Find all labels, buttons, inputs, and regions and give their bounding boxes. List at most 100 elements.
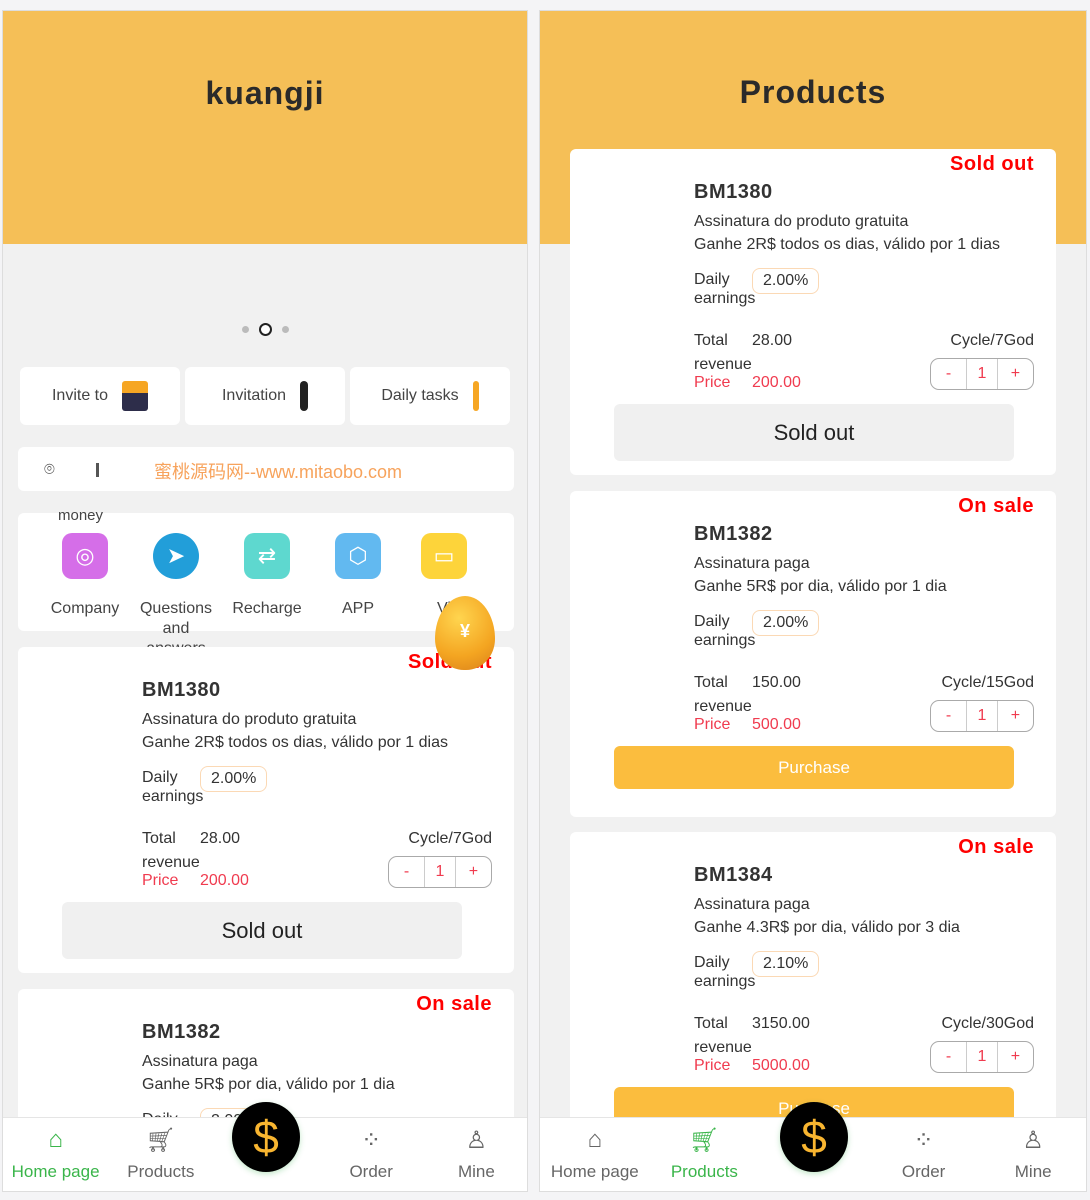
nav-label: Order <box>901 1162 946 1181</box>
daily-tasks-label: Daily tasks <box>381 387 459 404</box>
daily-earnings-label: Daily earnings <box>142 769 204 805</box>
carousel-dots[interactable] <box>3 323 527 336</box>
nav-mine[interactable]: ♙ Mine <box>426 1126 526 1182</box>
revenue-label: revenue <box>142 854 200 871</box>
revenue-label: revenue <box>694 356 752 373</box>
nav-label: Mine <box>457 1162 495 1181</box>
nav-mine[interactable]: ♙ Mine <box>983 1126 1083 1182</box>
product-terms: Ganhe 5R$ por dia, válido por 1 dia <box>694 578 947 595</box>
status-badge: On sale <box>958 836 1034 858</box>
decrement-button[interactable]: - <box>931 701 966 731</box>
sold-out-button[interactable]: Sold out <box>614 404 1014 461</box>
bottom-nav: ⌂ Home page 🛒︎ Products $ ⁘ Order ♙ Mine <box>3 1102 527 1191</box>
status-badge: On sale <box>958 495 1034 517</box>
product-terms: Ganhe 2R$ todos os dias, válido por 1 di… <box>142 734 448 751</box>
nav-label: Home page <box>550 1162 639 1181</box>
nav-order[interactable]: ⁘ Order <box>321 1126 421 1182</box>
overflow-text: money <box>58 507 104 524</box>
user-icon: ♙ <box>1022 1127 1044 1154</box>
quantity-value[interactable]: 1 <box>966 701 998 731</box>
invitation-button[interactable]: Invitation <box>185 367 345 425</box>
increment-button[interactable]: + <box>998 1042 1033 1072</box>
product-name: BM1382 <box>694 523 773 545</box>
page-title: Products <box>739 74 887 110</box>
daily-earnings-label: Daily earnings <box>694 954 756 990</box>
total-label: Total <box>694 332 728 349</box>
quantity-stepper[interactable]: -1 + <box>930 358 1034 390</box>
daily-rate: 2.00% <box>752 268 820 294</box>
nav-products[interactable]: 🛒︎ Products <box>654 1126 754 1182</box>
cart-icon: 🛒︎ <box>689 1127 720 1154</box>
notice-bar[interactable]: ⌾ 蜜桃源码网--www.mitaobo.com <box>18 447 514 491</box>
product-description: Assinatura paga Ganhe 5R$ por dia, válido… <box>142 1050 492 1096</box>
product-card: On sale BM1382 Assinatura paga Ganhe 5R$ po… <box>570 491 1056 817</box>
grid-item-company[interactable]: ◎ Company <box>40 533 130 619</box>
quantity-value[interactable]: 1 <box>966 1042 998 1072</box>
person-icon <box>300 381 309 411</box>
decrement-button[interactable]: - <box>389 857 424 887</box>
carousel-dot-active[interactable] <box>258 323 272 336</box>
dollar-button[interactable]: $ <box>780 1102 848 1172</box>
cycle-value: Cycle/7God <box>408 830 492 847</box>
quantity-value[interactable]: 1 <box>424 857 456 887</box>
nav-home-page[interactable]: ⌂ Home page <box>6 1126 106 1182</box>
decrement-button[interactable]: - <box>931 1042 966 1072</box>
total-label: Total <box>142 830 176 847</box>
price-value: 500.00 <box>752 716 801 733</box>
purchase-button[interactable]: Purchase <box>614 746 1014 789</box>
quantity-stepper[interactable]: -1 + <box>388 856 492 888</box>
bottom-nav: ⌂ Home page 🛒︎ Products $ ⁘ Order ♙ Mine <box>540 1102 1086 1191</box>
grid-item-app[interactable]: ⬡ APP <box>313 533 403 619</box>
product-description: Assinatura do produto gratuita Ganhe 2R$ … <box>142 708 492 754</box>
invite-button[interactable]: Invite to <box>20 367 180 425</box>
nav-order[interactable]: ⁘ Order <box>874 1126 974 1182</box>
quantity-value[interactable]: 1 <box>966 359 998 389</box>
cart-icon: 🛒︎ <box>145 1127 177 1154</box>
products-screen: Products Sold out BM1380 Assinatura do pro… <box>539 10 1087 1192</box>
increment-button[interactable]: + <box>998 359 1033 389</box>
invitation-label: Invitation <box>221 387 287 404</box>
cycle-value: Cycle/15God <box>941 674 1035 691</box>
total-value: 150.00 <box>752 674 801 691</box>
grid-label: APP <box>341 600 374 617</box>
product-subtitle: Assinatura paga <box>142 1053 258 1070</box>
quantity-stepper[interactable]: -1 + <box>930 1041 1034 1073</box>
nav-label: Products <box>127 1162 195 1181</box>
carousel-dot[interactable] <box>241 326 249 333</box>
daily-earnings: Daily earnings2.00% <box>694 268 1034 310</box>
product-info: BM1384 Assinatura paga Ganhe 4.3R$ por dia… <box>694 864 1034 1079</box>
carousel-dot[interactable] <box>281 326 289 333</box>
product-terms: Ganhe 2R$ todos os dias, válido por 1 di… <box>694 236 1000 253</box>
decrement-button[interactable]: - <box>931 359 966 389</box>
total-label: Total <box>694 674 728 691</box>
grid-item-recharge[interactable]: ⇄ Recharge <box>222 533 312 619</box>
gift-icon <box>122 381 149 411</box>
total-value: 3150.00 <box>752 1015 810 1032</box>
quantity-stepper[interactable]: -1 + <box>930 700 1034 732</box>
price-row: Price 200.00 -1 + <box>694 358 1034 396</box>
task-icon <box>472 381 479 411</box>
dollar-button[interactable]: $ <box>232 1102 300 1172</box>
increment-button[interactable]: + <box>456 857 491 887</box>
daily-earnings: Daily earnings2.00% <box>694 610 1034 652</box>
daily-rate: 2.10% <box>752 951 820 977</box>
product-name: BM1384 <box>694 864 773 886</box>
product-card: Sold out BM1380 Assinatura do produto grat… <box>18 647 514 973</box>
increment-button[interactable]: + <box>998 701 1033 731</box>
nav-home-page[interactable]: ⌂ Home page <box>545 1126 645 1182</box>
video-icon: ▭ <box>421 533 467 579</box>
daily-tasks-button[interactable]: Daily tasks <box>350 367 510 425</box>
status-badge: On sale <box>416 993 492 1015</box>
nav-label: Home page <box>11 1162 100 1181</box>
sold-out-button[interactable]: Sold out <box>62 902 462 959</box>
product-info: BM1380 Assinatura do produto gratuita Ganh… <box>142 679 492 894</box>
product-name: BM1380 <box>142 679 221 701</box>
grid-item-questions[interactable]: ➤Questions and answers <box>131 533 221 659</box>
invite-label: Invite to <box>51 387 109 404</box>
broadcast-icon: ⌾ <box>44 459 55 479</box>
product-name: BM1380 <box>694 181 773 203</box>
revenue-label: revenue <box>694 698 752 715</box>
user-icon: ♙ <box>465 1127 488 1154</box>
product-terms: Ganhe 4.3R$ por dia, válido por 3 dia <box>694 919 960 936</box>
nav-products[interactable]: 🛒︎ Products <box>111 1126 211 1182</box>
